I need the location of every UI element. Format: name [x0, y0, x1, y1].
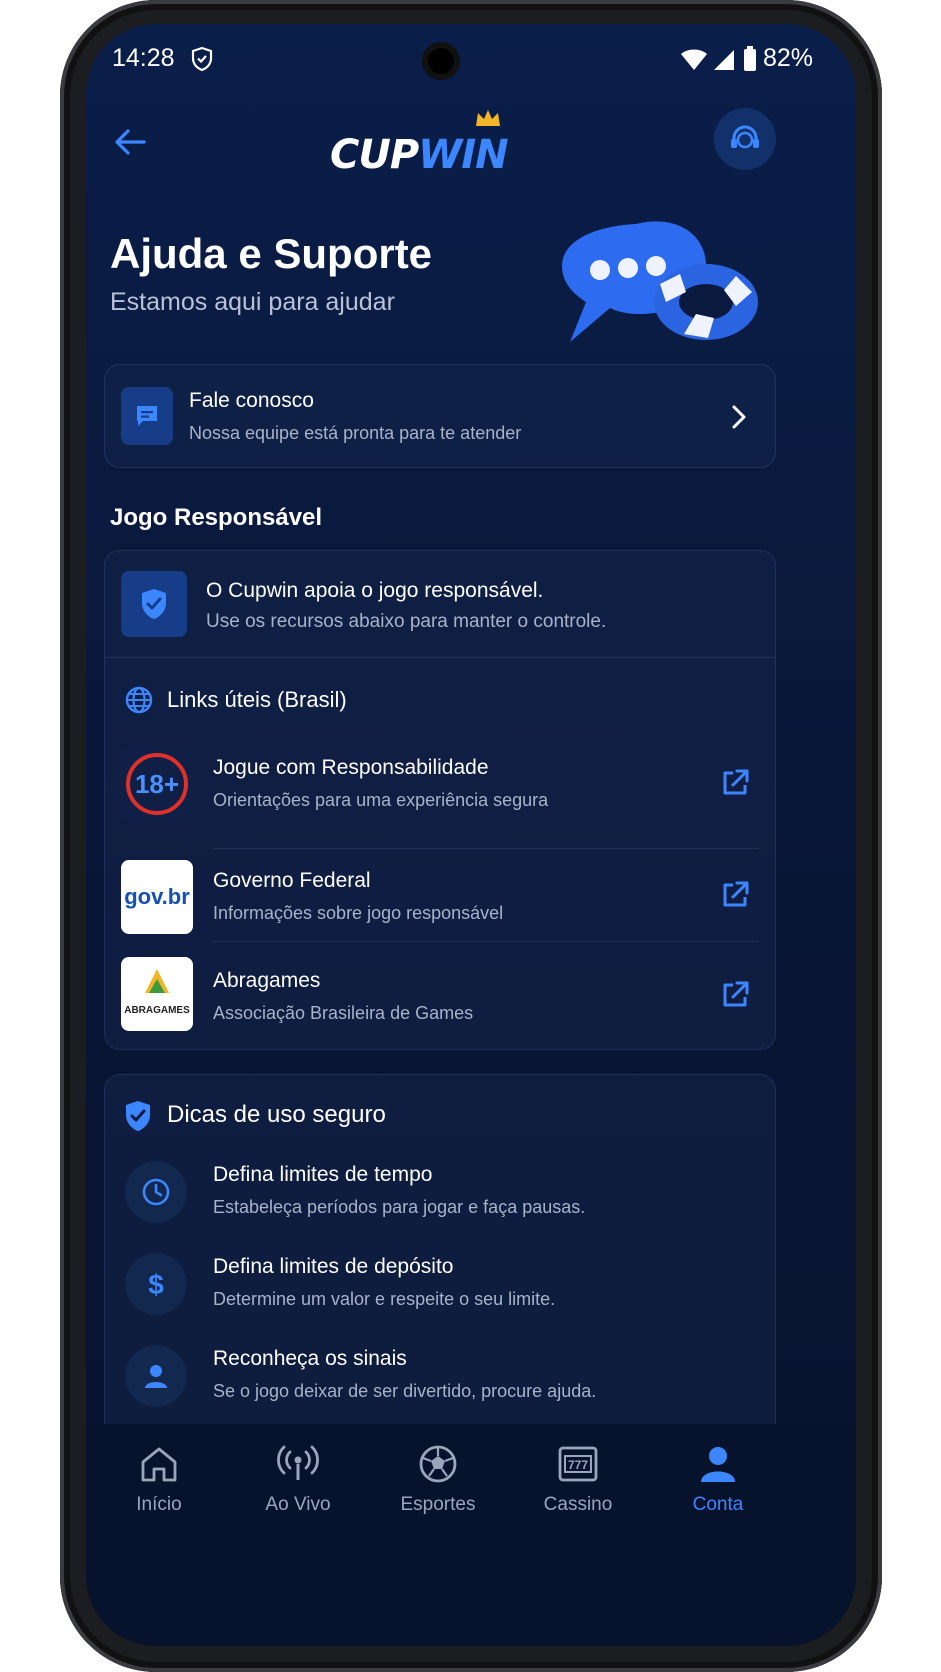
person-icon-circle	[125, 1345, 187, 1407]
abragames-logo: ABRAGAMES	[121, 957, 193, 1031]
tip-title: Defina limites de depósito	[213, 1255, 454, 1278]
link-item-gov[interactable]: gov.br Governo Federal Informações sobre…	[105, 851, 775, 951]
link-subtitle: Informações sobre jogo responsável	[213, 903, 504, 923]
tip-title: Reconheça os sinais	[213, 1347, 407, 1370]
responsible-section-title: Jogo Responsável	[110, 504, 323, 531]
external-link-icon[interactable]	[719, 879, 751, 911]
abragames-logo-text: ABRAGAMES	[124, 1005, 190, 1016]
tip-title: Defina limites de tempo	[213, 1163, 433, 1186]
responsible-intro-title: O Cupwin apoia o jogo responsável.	[206, 579, 544, 602]
slot-machine-icon: 777	[558, 1446, 598, 1482]
divider	[213, 941, 759, 942]
nav-label: Esportes	[400, 1494, 476, 1515]
front-camera	[422, 42, 460, 80]
link-title: Abragames	[213, 969, 321, 992]
person-icon	[145, 1365, 167, 1388]
logo-win-text: WIN	[418, 132, 508, 178]
age-18-badge: 18+	[121, 747, 193, 821]
link-title: Jogue com Responsabilidade	[213, 756, 489, 779]
clock-icon	[142, 1178, 170, 1206]
nav-item-ao-vivo[interactable]: Ao Vivo	[238, 1442, 358, 1542]
chat-bubble-icon	[137, 406, 157, 426]
nav-label: Cassino	[543, 1494, 613, 1515]
crown-icon	[476, 110, 500, 126]
dollar-icon-circle: $	[125, 1253, 187, 1315]
external-link-icon[interactable]	[719, 979, 751, 1011]
support-chat-button[interactable]	[714, 108, 776, 170]
tip-subtitle: Determine um valor e respeite o seu limi…	[213, 1289, 556, 1309]
responsible-intro-subtitle: Use os recursos abaixo para manter o con…	[206, 611, 607, 632]
back-arrow-icon[interactable]	[108, 120, 152, 164]
link-item-abragames[interactable]: ABRAGAMES Abragames Associação Brasileir…	[105, 949, 775, 1049]
contact-title: Fale conosco	[189, 389, 314, 412]
gov-br-logo-text: gov.br	[124, 884, 190, 909]
battery-percentage: 82%	[763, 44, 814, 72]
link-item-responsibility[interactable]: 18+ Jogue com Responsabilidade Orientaçõ…	[105, 741, 775, 841]
responsible-card: O Cupwin apoia o jogo responsável. Use o…	[104, 550, 776, 1050]
link-title: Governo Federal	[213, 869, 371, 892]
nav-item-conta[interactable]: Conta	[658, 1442, 778, 1542]
tips-title: Dicas de uso seguro	[167, 1101, 386, 1128]
link-subtitle: Associação Brasileira de Games	[213, 1003, 474, 1023]
wifi-icon	[681, 49, 707, 70]
nav-label: Conta	[692, 1494, 744, 1515]
gov-br-logo: gov.br	[121, 860, 193, 934]
external-link-icon[interactable]	[719, 767, 751, 799]
cupwin-logo: CUPWIN	[330, 132, 530, 192]
logo-cup-text: CUP	[330, 132, 419, 178]
nav-item-cassino[interactable]: 777 Cassino	[518, 1442, 638, 1542]
nav-label: Início	[136, 1494, 182, 1515]
broadcast-icon	[277, 1445, 319, 1480]
status-time: 14:28	[112, 44, 175, 72]
user-icon	[701, 1447, 735, 1482]
tip-subtitle: Se o jogo deixar de ser divertido, procu…	[213, 1381, 597, 1401]
contact-card[interactable]: Fale conosco Nossa equipe está pronta pa…	[104, 364, 776, 468]
contact-subtitle: Nossa equipe está pronta para te atender	[189, 423, 522, 443]
support-illustration	[562, 221, 758, 342]
links-title: Links úteis (Brasil)	[167, 687, 347, 712]
link-subtitle: Orientações para uma experiência segura	[213, 790, 549, 810]
globe-icon	[125, 686, 153, 714]
soccer-ball-icon	[419, 1445, 457, 1483]
chevron-right-icon	[732, 405, 746, 429]
status-bar: 14:28 82%	[86, 24, 856, 98]
age-18-badge-text: 18+	[135, 769, 179, 799]
battery-icon	[744, 46, 756, 71]
svg-text:$: $	[148, 1269, 164, 1300]
shield-check-icon	[126, 1101, 150, 1131]
shield-status-icon	[191, 46, 213, 72]
divider	[105, 657, 775, 658]
shield-icon-box	[121, 571, 187, 637]
page-subtitle: Estamos aqui para ajudar	[110, 288, 395, 316]
page-title: Ajuda e Suporte	[110, 230, 433, 277]
nav-item-inicio[interactable]: Início	[99, 1442, 219, 1542]
svg-text:777: 777	[568, 1458, 588, 1472]
clock-icon-circle	[125, 1161, 187, 1223]
chat-icon-box	[121, 387, 173, 445]
bottom-navigation: Início Ao Vivo Esportes 777 Cassino Cont…	[86, 1424, 856, 1646]
app-screen: 14:28 82% CUPWIN Ajuda e Suporte Estamos…	[86, 24, 856, 1646]
nav-label: Ao Vivo	[265, 1494, 331, 1515]
signal-icon	[714, 50, 734, 70]
shield-check-icon	[142, 589, 166, 619]
divider	[213, 848, 759, 849]
headset-icon	[731, 125, 759, 149]
nav-item-esportes[interactable]: Esportes	[378, 1442, 498, 1542]
tip-subtitle: Estabeleça períodos para jogar e faça pa…	[213, 1197, 586, 1217]
dollar-icon: $	[148, 1269, 164, 1300]
home-icon	[141, 1447, 177, 1482]
